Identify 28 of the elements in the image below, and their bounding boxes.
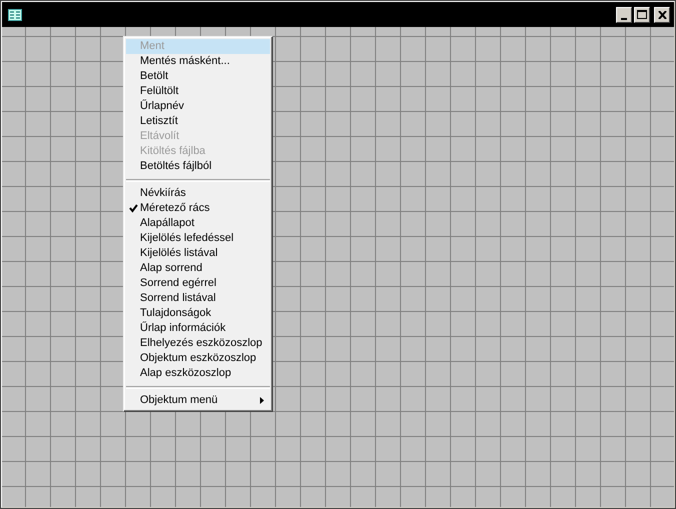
menu-item[interactable]: Kijelölés listával	[126, 246, 270, 261]
submenu-arrow-icon	[260, 397, 264, 404]
menu-item[interactable]: Méretező rács	[126, 201, 270, 216]
menu-item[interactable]: Sorrend listával	[126, 291, 270, 306]
menu-item[interactable]: Felültölt	[126, 84, 270, 99]
close-button[interactable]	[654, 6, 670, 22]
menu-item[interactable]: Űrlapnév	[126, 99, 270, 114]
menu-item[interactable]: Kijelölés lefedéssel	[126, 231, 270, 246]
menu-item[interactable]: Űrlap információk	[126, 321, 270, 336]
menu-item[interactable]: Betölt	[126, 69, 270, 84]
menu-item[interactable]: Objektum eszközoszlop	[126, 351, 270, 366]
menu-item[interactable]: Elhelyezés eszközoszlop	[126, 336, 270, 351]
menu-item[interactable]: Alapállapot	[126, 216, 270, 231]
form-icon	[8, 8, 22, 20]
maximize-button[interactable]	[634, 6, 650, 22]
minimize-icon	[621, 18, 627, 20]
menu-item[interactable]: Alap sorrend	[126, 261, 270, 276]
menu-item[interactable]: Alap eszközoszlop	[126, 366, 270, 381]
menu-item[interactable]: Mentés másként...	[126, 54, 270, 69]
menu-item[interactable]: Objektum menü	[126, 393, 270, 408]
menu-item[interactable]: Sorrend egérrel	[126, 276, 270, 291]
maximize-icon	[637, 10, 647, 19]
minimize-button[interactable]	[616, 6, 632, 22]
menu-item[interactable]: Letisztít	[126, 114, 270, 129]
close-icon	[658, 10, 666, 18]
menu-item[interactable]: Névkiírás	[126, 186, 270, 201]
menu-item[interactable]: Betöltés fájlból	[126, 159, 270, 174]
menu-item[interactable]: Tulajdonságok	[126, 306, 270, 321]
